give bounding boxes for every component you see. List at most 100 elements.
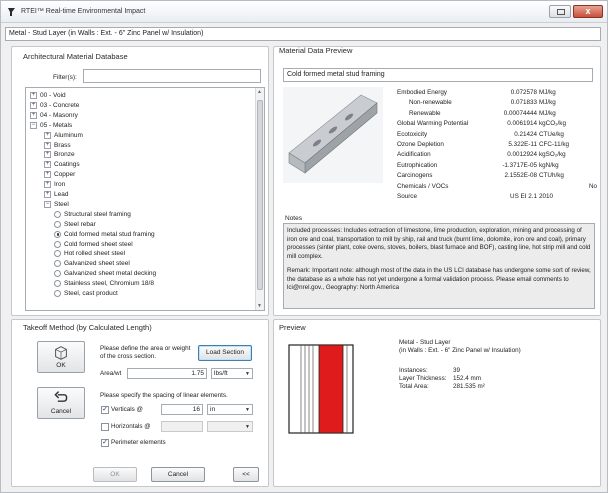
expand-icon[interactable]: + [44,131,51,139]
cube-outline-icon [55,346,67,360]
back-button[interactable]: << [233,467,259,482]
tree-item-label: Structural steel framing [64,210,131,218]
verticals-checkbox[interactable]: ✓ [101,406,109,414]
tree-item[interactable]: + Lead [44,190,68,199]
tree-item-label: Cold formed sheet steel [64,240,133,248]
expand-icon[interactable]: + [44,181,51,189]
tree-item[interactable]: Cold formed metal stud framing [54,230,155,239]
radio-icon[interactable] [54,250,61,258]
scroll-down-icon[interactable]: ▼ [257,303,262,309]
cancel-tile-button[interactable]: Cancel [37,387,85,419]
tree-item[interactable]: Cold formed sheet steel [54,240,133,249]
total-area-label: Total Area: [399,383,429,390]
preview-layer-context: (in Walls : Ext. - 6" Zinc Panel w/ Insu… [399,347,521,354]
expand-icon[interactable]: + [44,171,51,179]
tree-item[interactable]: + Bronze [44,150,75,159]
tree-item[interactable]: Galvanized sheet steel [54,259,130,268]
horizontals-unit-select[interactable]: ▼ [207,421,253,432]
tree-item[interactable]: Stainless steel, Chromium 18/8 [54,279,154,288]
property-unit: 2010 [539,193,554,200]
tree-item[interactable]: +00 - Void [30,91,66,100]
tree-item[interactable]: Galvanized sheet metal decking [54,269,156,278]
tree-item[interactable]: Steel, cast product [54,289,118,298]
radio-icon[interactable] [54,210,61,218]
tree-item[interactable]: + Coatings [44,160,80,169]
maximize-icon[interactable] [549,5,571,18]
property-unit: CTUh/kg [539,172,564,180]
property-row: Carcinogens 2.1552E-08 CTUh/kg [397,172,597,181]
tree-item-label: Galvanized sheet metal decking [64,270,157,278]
notes-box[interactable]: Included processes: Includes extraction … [283,223,595,309]
property-unit: kgSO₂/kg [539,151,566,159]
verticals-unit-select[interactable]: in ▼ [207,404,253,415]
property-label: Source [397,193,417,200]
tree-item-label: Stainless steel, Chromium 18/8 [64,280,154,288]
horizontals-input[interactable] [161,421,203,432]
tree-item[interactable]: −05 - Metals [30,121,72,130]
expand-icon[interactable]: + [30,111,37,119]
tree-item[interactable]: Steel rebar [54,220,96,229]
expand-icon[interactable]: + [44,141,51,149]
filter-label: Filter(s): [53,74,77,81]
horizontals-checkbox[interactable] [101,423,109,431]
cancel-button[interactable]: Cancel [151,467,205,482]
filter-input[interactable] [83,69,261,83]
radio-icon[interactable] [54,260,61,268]
tree-item[interactable]: +03 - Concrete [30,101,79,110]
property-label: Ecotoxicity [397,130,428,138]
expand-icon[interactable]: + [30,92,37,99]
expand-icon[interactable]: + [44,151,51,159]
property-value: 5.322E-11 [508,141,537,148]
property-unit: CTUe/kg [539,130,564,138]
layer-subtitle: Metal - Stud Layer (in Walls : Ext. - 6"… [5,27,601,41]
radio-icon[interactable] [54,280,61,288]
scroll-up-icon[interactable]: ▲ [257,89,262,95]
tree-item[interactable]: +04 - Masonry [30,111,78,120]
tree-item[interactable]: Structural steel framing [54,210,131,219]
property-unit: kgN/kg [539,161,559,169]
preview-layer-name: Metal - Stud Layer [399,339,451,346]
tree-item-label: Coatings [54,161,80,169]
takeoff-panel-title: Takeoff Method (by Calculated Length) [23,323,152,332]
perimeter-checkbox[interactable]: ✓ [101,439,109,447]
radio-icon[interactable] [54,230,61,238]
radio-icon[interactable] [54,290,61,297]
load-section-button[interactable]: Load Section [198,345,252,361]
property-row: Chemicals / VOCs No [397,183,597,192]
tree-item[interactable]: + Iron [44,180,65,189]
tree-item[interactable]: Hot rolled sheet steel [54,249,125,258]
ok-button[interactable]: OK [93,467,137,482]
tree-item[interactable]: + Copper [44,170,75,179]
expand-icon[interactable]: + [44,191,51,198]
collapse-icon[interactable]: − [30,121,37,129]
radio-icon[interactable] [54,220,61,228]
expand-icon[interactable]: + [44,161,51,169]
notes-label: Notes [285,215,302,222]
tree-item-label: Hot rolled sheet steel [64,250,126,258]
radio-icon[interactable] [54,270,61,278]
tree-item[interactable]: + Aluminum [44,131,83,140]
verticals-input[interactable]: 16 [161,404,203,415]
property-row: Ozone Depletion 5.322E-11 CFC-11/kg [397,141,597,150]
title-bar[interactable]: RTEI™ Real-time Environmental Impact x [1,1,607,23]
checkbox-check-icon: ✓ [102,406,108,413]
material-tree[interactable]: ▲ ▼ +00 - Void +03 - Concrete +04 - Masonr… [25,87,265,311]
area-unit-select[interactable]: lbs/ft ▼ [211,368,253,379]
tree-item[interactable]: − Steel [44,200,69,209]
tree-item[interactable]: + Brass [44,141,71,150]
expand-icon[interactable]: + [30,101,37,109]
radio-icon[interactable] [54,240,61,248]
tree-scrollbar[interactable]: ▲ ▼ [255,88,264,310]
property-row: Acidification 0.0012924 kgSO₂/kg [397,151,597,160]
close-icon[interactable]: x [573,5,603,18]
scroll-thumb[interactable] [257,100,263,290]
tree-item-label: 03 - Concrete [40,101,80,109]
ok-tile-button[interactable]: OK [37,341,85,373]
property-value: 0.071833 [510,99,537,107]
collapse-icon[interactable]: − [44,200,51,208]
app-window: RTEI™ Real-time Environmental Impact x M… [0,0,608,493]
instances-label: Instances: [399,367,428,374]
database-panel-title: Architectural Material Database [23,52,128,61]
area-input[interactable]: 1.75 [127,368,207,379]
tree-item-label: Lead [54,191,69,198]
